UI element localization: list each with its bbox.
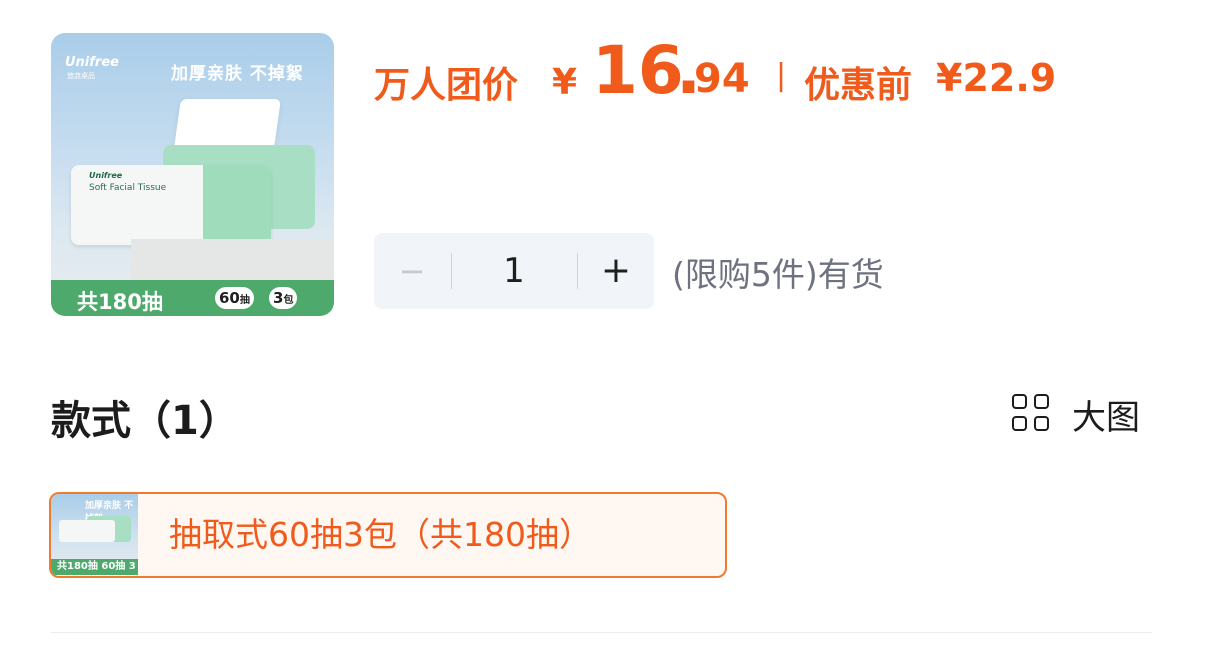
pack-label-text: Soft Facial Tissue [89,183,167,193]
group-price-label: 万人团价 [374,65,519,106]
product-image[interactable]: Unifree 悠涟桌品 加厚亲肤 不掉絮 Unifree Soft Facia… [51,33,334,316]
image-slogan: 加厚亲肤 不掉絮 [171,64,304,84]
packs-chip: 3包 [269,287,298,309]
large-image-toggle[interactable]: 大图 [1012,392,1140,438]
variants-title: 款式（1） [51,398,239,444]
decrease-button[interactable]: − [374,233,450,309]
price-separator: | [776,58,787,93]
grid-icon [1012,394,1052,434]
pack-brand-text: Unifree [89,171,123,180]
price-decimal: 94 [694,56,750,102]
tissue-pack-front-graphic: Unifree Soft Facial Tissue [71,165,271,245]
original-price: ¥22.9 [936,56,1057,100]
podium-graphic [131,239,334,285]
variant-label: 抽取式60抽3包（共180抽） [169,515,592,554]
price-currency: ¥ [552,62,578,103]
quantity-stepper: − 1 + [374,233,654,309]
image-brand-sub: 悠涟桌品 [67,72,95,80]
original-price-label: 优惠前 [804,65,913,106]
variant-option[interactable]: 加厚亲肤 不掉絮 共180抽 60抽 3包 抽取式60抽3包（共180抽） [49,492,727,578]
thumb-count: 共180抽 60抽 3包 [51,559,138,575]
large-image-label: 大图 [1072,397,1140,438]
increase-button[interactable]: + [578,233,654,309]
image-count-band: 共180抽 60抽 3包 [51,280,334,316]
stock-status: (限购5件)有货 [672,255,884,294]
sheets-chip: 60抽 [215,287,254,309]
quantity-value[interactable]: 1 [452,233,576,309]
image-count: 共180抽 [77,290,163,314]
divider [51,632,1152,633]
variant-thumbnail: 加厚亲肤 不掉絮 共180抽 60抽 3包 [51,494,138,575]
price-integer: 16 [592,32,684,109]
image-brand: Unifree [65,55,119,70]
